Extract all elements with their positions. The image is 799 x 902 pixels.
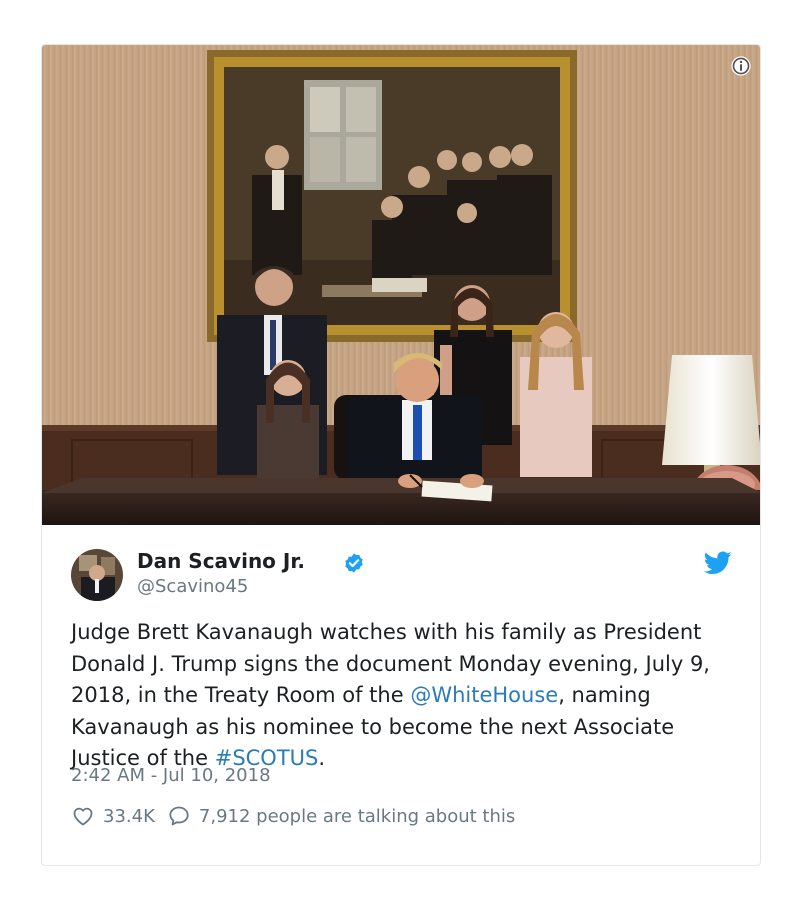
avatar-image	[71, 549, 123, 601]
tweet-photo[interactable]	[42, 45, 760, 525]
talking-count: 7,912 people are talking about this	[198, 805, 516, 827]
tweet-body: Dan Scavino Jr. @Scavino45 Judge Brett K…	[42, 525, 760, 865]
tweet-actions: 33.4K 7,912 people are talking about thi…	[71, 803, 515, 829]
verified-badge-icon	[345, 553, 363, 573]
author-name[interactable]: Dan Scavino Jr.	[137, 549, 305, 573]
speech-bubble-icon	[169, 806, 189, 826]
avatar[interactable]	[71, 549, 123, 601]
like-count: 33.4K	[103, 805, 155, 827]
twitter-bird-icon[interactable]	[704, 551, 732, 575]
mention-link[interactable]: @WhiteHouse	[410, 683, 558, 707]
talking-action[interactable]: 7,912 people are talking about this	[167, 804, 515, 828]
heart-icon	[73, 807, 93, 826]
info-icon[interactable]	[730, 55, 752, 77]
tweet-timestamp[interactable]: 2:42 AM - Jul 10, 2018	[71, 765, 271, 786]
author-handle[interactable]: @Scavino45	[137, 576, 248, 597]
tweet-text: Judge Brett Kavanaugh watches with his f…	[71, 617, 731, 775]
like-action[interactable]: 33.4K	[71, 804, 155, 828]
tweet-text-part: .	[318, 746, 326, 770]
embedded-tweet-card: Dan Scavino Jr. @Scavino45 Judge Brett K…	[41, 44, 761, 866]
photo-scene	[42, 45, 760, 525]
